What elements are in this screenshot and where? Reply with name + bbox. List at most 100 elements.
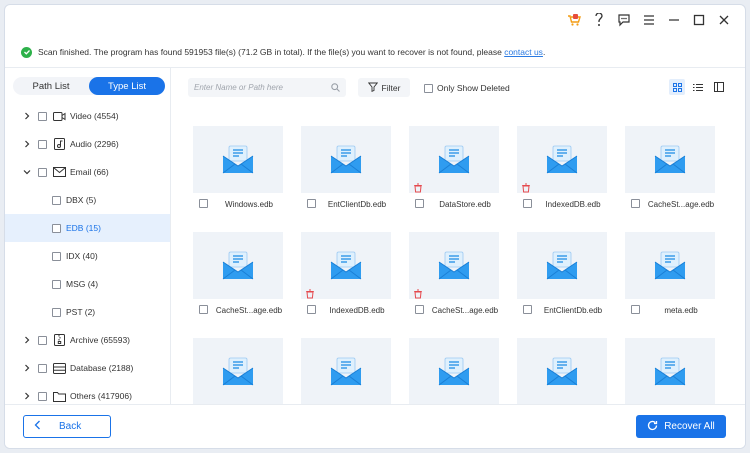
email-file-icon[interactable] [193,232,283,299]
list-view-icon[interactable] [690,79,706,95]
email-file-icon[interactable] [409,338,499,404]
tree-item-audio[interactable]: Audio (2296) [5,130,170,158]
email-file-icon[interactable] [517,338,607,404]
file-grid: Windows.edb EntClientDb.edb DataStore.edb I… [172,106,745,404]
chevron-right-icon[interactable] [22,391,32,401]
file-card[interactable]: EntClientDb.edb [517,232,607,321]
checkbox[interactable] [38,167,47,177]
file-name: Windows.edb [224,199,274,209]
checkbox[interactable] [38,335,47,345]
file-checkbox[interactable] [523,199,532,208]
file-card[interactable]: IndexedDB.edb [517,126,607,215]
file-card[interactable]: meta.edb [625,232,715,321]
file-checkbox[interactable] [415,199,424,208]
tab-type-list[interactable]: Type List [89,77,165,95]
search-icon[interactable] [331,83,340,94]
file-card[interactable] [301,338,391,404]
tree-item-archive[interactable]: Archive (65593) [5,326,170,354]
tree-item-idx[interactable]: IDX (40) [5,242,170,270]
tree-item-label: Video (4554) [70,111,119,121]
file-card[interactable]: EntClientDb.edb [301,126,391,215]
checkbox[interactable] [52,195,61,205]
file-card[interactable] [625,338,715,404]
file-checkbox[interactable] [631,199,640,208]
trash-icon [521,183,531,193]
filter-button[interactable]: Filter [358,78,410,97]
grid-view-icon[interactable] [669,79,685,95]
file-card[interactable]: CacheSt...age.edb [625,126,715,215]
tree-item-database[interactable]: Database (2188) [5,354,170,382]
chevron-right-icon[interactable] [22,335,32,345]
checkbox[interactable] [52,223,61,233]
video-icon [53,110,66,122]
tree-item-label: DBX (5) [66,195,97,205]
tree-item-label: Archive (65593) [70,335,131,345]
file-card[interactable]: CacheSt...age.edb [193,232,283,321]
checkbox[interactable] [52,279,61,289]
email-file-icon[interactable] [193,126,283,193]
checkbox[interactable] [38,363,47,373]
tree-item-label: Email (66) [70,167,109,177]
menu-icon[interactable] [642,13,656,27]
detail-view-icon[interactable] [711,79,727,95]
file-card[interactable]: Windows.edb [193,126,283,215]
checkbox[interactable] [38,111,47,121]
file-card[interactable]: DataStore.edb [409,126,499,215]
tab-path-list[interactable]: Path List [13,77,89,95]
email-file-icon[interactable] [301,338,391,404]
email-file-icon[interactable] [625,338,715,404]
maximize-icon[interactable] [692,13,706,27]
file-card[interactable] [193,338,283,404]
tree-item-msg[interactable]: MSG (4) [5,270,170,298]
file-checkbox[interactable] [199,305,208,314]
user-icon[interactable] [592,13,606,27]
checkbox[interactable] [52,251,61,261]
file-checkbox[interactable] [199,199,208,208]
cart-icon[interactable] [567,13,581,27]
chevron-right-icon[interactable] [22,111,32,121]
recover-all-button[interactable]: Recover All [636,415,726,438]
file-card[interactable] [409,338,499,404]
checkbox[interactable] [38,139,47,149]
search-input[interactable] [194,83,324,92]
file-card[interactable]: CacheSt...age.edb [409,232,499,321]
tree-item-label: IDX (40) [66,251,98,261]
tree-item-label: MSG (4) [66,279,99,289]
close-icon[interactable] [717,13,731,27]
feedback-icon[interactable] [617,13,631,27]
file-checkbox[interactable] [523,305,532,314]
tree-item-pst[interactable]: PST (2) [5,298,170,326]
email-file-icon[interactable] [625,232,715,299]
file-card[interactable] [517,338,607,404]
file-name: DataStore.edb [439,199,491,209]
only-show-deleted[interactable]: Only Show Deleted [424,83,510,93]
email-file-icon[interactable] [517,232,607,299]
file-checkbox[interactable] [307,199,316,208]
chevron-down-icon[interactable] [22,167,32,177]
archive-icon [53,334,66,346]
tree-item-email[interactable]: Email (66) [5,158,170,186]
back-label: Back [59,421,82,432]
email-file-icon[interactable] [625,126,715,193]
check-icon [21,46,32,58]
email-file-icon[interactable] [193,338,283,404]
chevron-right-icon[interactable] [22,363,32,373]
file-checkbox[interactable] [307,305,316,314]
toolbar: Filter Only Show Deleted [172,68,745,106]
file-card[interactable]: IndexedDB.edb [301,232,391,321]
scan-status: Scan finished. The program has found 591… [21,44,545,60]
back-button[interactable]: Back [23,415,111,438]
contact-us-link[interactable]: contact us [504,47,543,57]
checkbox[interactable] [52,307,61,317]
file-checkbox[interactable] [631,305,640,314]
tree-item-dbx[interactable]: DBX (5) [5,186,170,214]
tree-item-label: Database (2188) [70,363,134,373]
chevron-right-icon[interactable] [22,139,32,149]
checkbox[interactable] [38,391,47,401]
minimize-icon[interactable] [667,13,681,27]
file-checkbox[interactable] [415,305,424,314]
tree-item-edb[interactable]: EDB (15) [5,214,170,242]
email-file-icon[interactable] [301,126,391,193]
only-show-deleted-checkbox[interactable] [424,83,433,93]
tree-item-video[interactable]: Video (4554) [5,102,170,130]
